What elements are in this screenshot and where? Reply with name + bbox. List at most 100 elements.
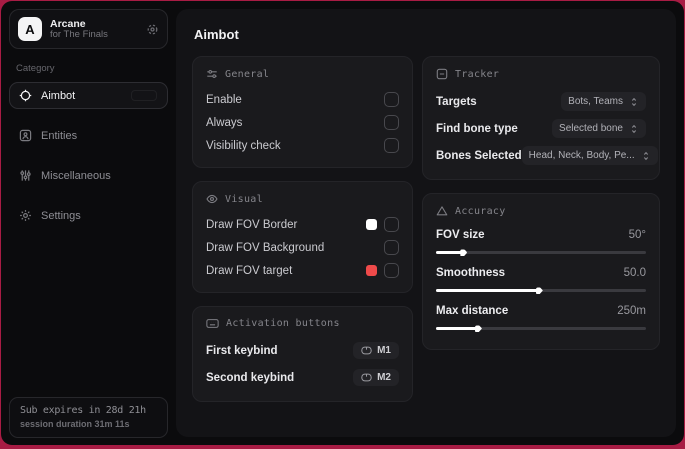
smoothness-slider[interactable] <box>436 287 646 294</box>
sliders-icon <box>19 169 32 182</box>
accuracy-card: Accuracy FOV size 50° Smoothness 50.0 Ma… <box>422 193 660 350</box>
subscription-card: Sub expires in 28d 21h session duration … <box>9 397 168 438</box>
triangle-icon <box>436 205 448 217</box>
first-keybind-button[interactable]: M1 <box>353 342 399 359</box>
visibility-check-checkbox[interactable] <box>384 138 399 153</box>
mouse-icon <box>361 373 372 382</box>
brand-text: Arcane for The Finals <box>50 18 138 41</box>
main-panel: Aimbot General Enable Always Visibility … <box>176 9 676 437</box>
card-title-label: Visual <box>225 193 263 205</box>
active-item-hint <box>131 90 157 101</box>
activation-row-second: Second keybind M2 <box>206 364 399 391</box>
visual-row-fov-border: Draw FOV Border <box>206 213 399 236</box>
row-label: FOV size <box>436 229 485 241</box>
row-label: Enable <box>206 93 242 106</box>
app-name: Arcane <box>50 17 86 30</box>
keyboard-icon <box>206 318 219 329</box>
max-distance-value: 250m <box>617 305 646 317</box>
page-title: Aimbot <box>194 27 239 42</box>
general-card: General Enable Always Visibility check <box>192 56 413 168</box>
activation-card: Activation buttons First keybind M1 Seco… <box>192 306 413 402</box>
slider-thumb[interactable] <box>535 287 543 294</box>
card-title-label: General <box>225 68 270 80</box>
select-arrows-icon <box>629 97 639 107</box>
activation-row-first: First keybind M1 <box>206 337 399 364</box>
accuracy-row-fov-size: FOV size 50° <box>436 225 646 256</box>
row-label: Targets <box>436 95 477 108</box>
sidebar-item-entities[interactable]: Entities <box>9 122 168 149</box>
row-label: Find bone type <box>436 122 518 135</box>
fov-background-checkbox[interactable] <box>384 240 399 255</box>
frame-minus-icon <box>436 68 448 80</box>
tracker-row-targets: Targets Bots, Teams <box>436 88 646 115</box>
keybind-value: M1 <box>377 345 391 356</box>
tracker-row-find-bone: Find bone type Selected bone <box>436 115 646 142</box>
fov-border-checkbox[interactable] <box>384 217 399 232</box>
fov-target-color-swatch[interactable] <box>366 265 377 276</box>
sidebar-item-settings[interactable]: Settings <box>9 202 168 229</box>
fov-border-color-swatch[interactable] <box>366 219 377 230</box>
slider-thumb[interactable] <box>460 249 468 256</box>
visual-card: Visual Draw FOV Border Draw FOV Backgrou… <box>192 181 413 293</box>
max-distance-slider[interactable] <box>436 325 646 332</box>
visual-row-fov-target: Draw FOV target <box>206 259 399 282</box>
second-keybind-button[interactable]: M2 <box>353 369 399 386</box>
enable-checkbox[interactable] <box>384 92 399 107</box>
sidebar: A Arcane for The Finals Category Aimbot <box>1 1 176 445</box>
accuracy-row-max-distance: Max distance 250m <box>436 301 646 332</box>
app-window: A Arcane for The Finals Category Aimbot <box>1 1 684 445</box>
row-label: Draw FOV target <box>206 264 293 277</box>
sidebar-item-miscellaneous[interactable]: Miscellaneous <box>9 162 168 189</box>
select-value: Head, Neck, Body, Pe... <box>528 150 635 161</box>
slider-thumb[interactable] <box>475 325 482 332</box>
accuracy-row-smoothness: Smoothness 50.0 <box>436 263 646 294</box>
targets-select[interactable]: Bots, Teams <box>561 92 646 111</box>
visual-row-fov-background: Draw FOV Background <box>206 236 399 259</box>
brand-card: A Arcane for The Finals <box>9 9 168 49</box>
row-label: First keybind <box>206 344 278 357</box>
fov-size-slider[interactable] <box>436 249 646 256</box>
fov-size-value: 50° <box>628 229 646 241</box>
gear-icon <box>19 209 32 222</box>
row-label: Draw FOV Background <box>206 241 325 254</box>
row-label: Always <box>206 116 243 129</box>
keybind-value: M2 <box>377 372 391 383</box>
card-title-label: Accuracy <box>455 205 506 217</box>
find-bone-type-select[interactable]: Selected bone <box>552 119 646 138</box>
sidebar-item-label: Aimbot <box>41 89 76 102</box>
general-sliders-icon <box>206 68 218 80</box>
row-label: Second keybind <box>206 371 295 384</box>
tracker-row-bones-selected: Bones Selected Head, Neck, Body, Pe... <box>436 142 658 169</box>
mouse-icon <box>361 346 372 355</box>
row-label: Smoothness <box>436 267 506 279</box>
general-row-visibility-check: Visibility check <box>206 134 399 157</box>
category-label: Category <box>16 63 55 74</box>
entities-icon <box>19 129 32 142</box>
row-label: Draw FOV Border <box>206 218 298 231</box>
sidebar-item-label: Settings <box>41 209 81 222</box>
fov-target-checkbox[interactable] <box>384 263 399 278</box>
row-label: Max distance <box>436 305 509 317</box>
tracker-card: Tracker Targets Bots, Teams Find bone ty… <box>422 56 660 180</box>
sidebar-item-label: Entities <box>41 129 78 142</box>
sync-icon[interactable] <box>146 23 159 36</box>
select-value: Bots, Teams <box>568 96 623 107</box>
app-logo: A <box>18 17 42 41</box>
always-checkbox[interactable] <box>384 115 399 130</box>
sidebar-item-label: Miscellaneous <box>41 169 111 182</box>
row-label: Visibility check <box>206 139 281 152</box>
eye-icon <box>206 193 218 205</box>
select-arrows-icon <box>641 151 651 161</box>
bones-selected-select[interactable]: Head, Neck, Body, Pe... <box>521 146 658 165</box>
select-arrows-icon <box>629 124 639 134</box>
card-title-label: Tracker <box>455 68 500 80</box>
general-row-always: Always <box>206 111 399 134</box>
general-row-enable: Enable <box>206 88 399 111</box>
row-label: Bones Selected <box>436 149 522 162</box>
session-duration-text: session duration 31m 11s <box>20 419 130 429</box>
crosshair-icon <box>19 89 32 102</box>
card-title-label: Activation buttons <box>226 318 340 329</box>
select-value: Selected bone <box>559 123 623 134</box>
smoothness-value: 50.0 <box>623 267 646 279</box>
sidebar-item-aimbot[interactable]: Aimbot <box>9 82 168 109</box>
